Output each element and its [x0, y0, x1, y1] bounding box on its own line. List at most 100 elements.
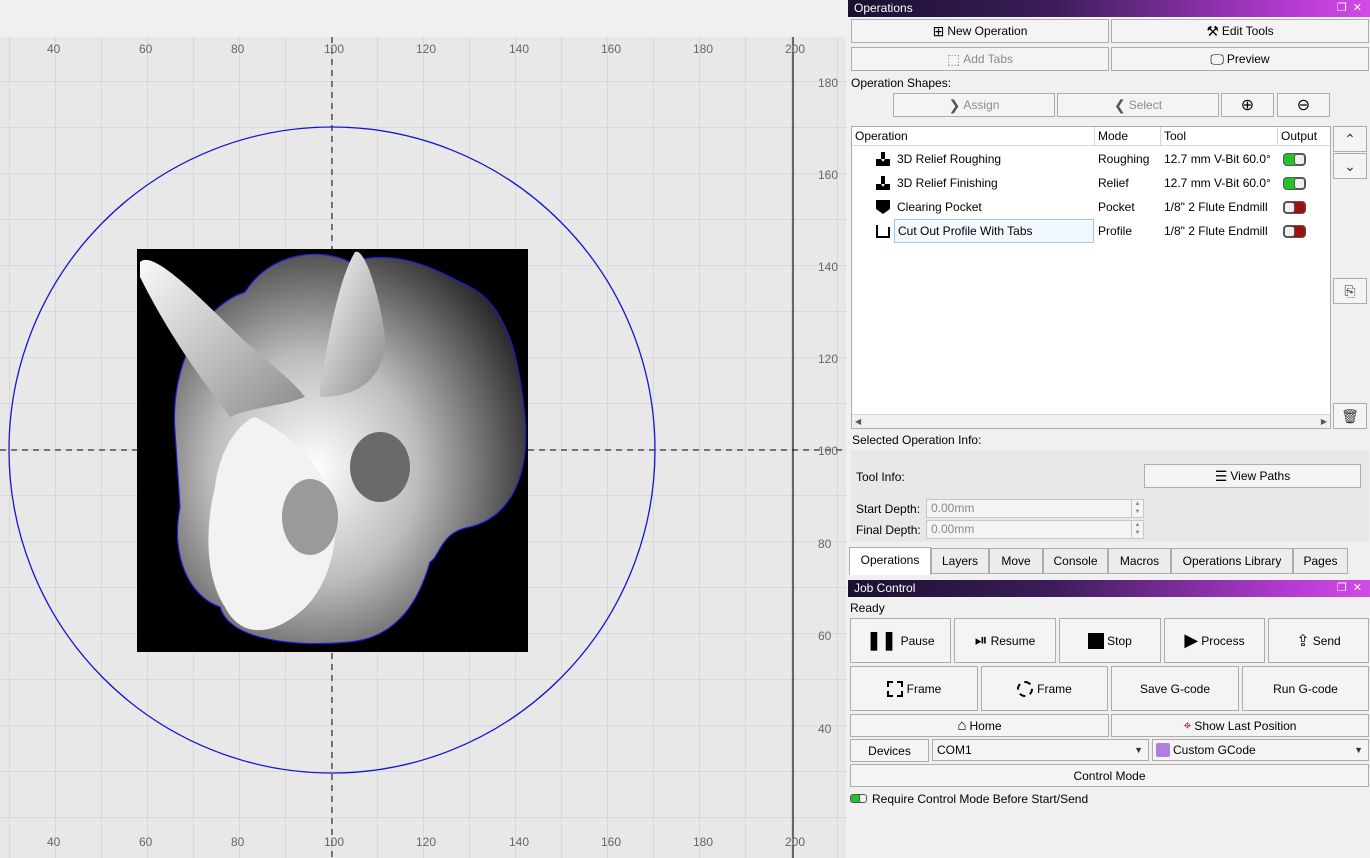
x-tick-label-top: 100: [324, 42, 345, 56]
play-icon: ▶: [1184, 630, 1199, 650]
x-tick-label-bottom: 140: [509, 835, 530, 849]
add-tabs-button[interactable]: ⬚ Add Tabs: [851, 47, 1109, 71]
save-gcode-button[interactable]: Save G-code: [1111, 666, 1239, 711]
operation-name[interactable]: Cut Out Profile With Tabs: [894, 219, 1094, 243]
pause-button[interactable]: ❚❚ Pause: [850, 618, 951, 663]
list-icon: ☰: [1214, 468, 1228, 484]
pocket-icon: [876, 200, 890, 214]
home-button[interactable]: ⌂ Home: [850, 714, 1109, 737]
resume-button[interactable]: ⏯ Resume: [954, 618, 1056, 663]
job-status: Ready: [850, 601, 885, 615]
x-tick-label-top: 60: [139, 42, 153, 56]
stop-button[interactable]: Stop: [1059, 618, 1161, 663]
x-tick-label-top: 40: [47, 42, 61, 56]
dock-title-buttons[interactable]: ❐✕: [1337, 0, 1368, 17]
frame-rect-icon: [886, 680, 903, 697]
delete-operation-button[interactable]: 🗑: [1333, 403, 1367, 429]
x-tick-label-bottom: 160: [601, 835, 622, 849]
device-profile-select[interactable]: Custom GCode ▼: [1152, 739, 1369, 761]
process-button[interactable]: ▶ Process: [1164, 618, 1265, 663]
relief-roughing-icon: [876, 152, 890, 166]
pause-icon: ❚❚: [866, 630, 897, 650]
device-profile-icon: [1156, 743, 1170, 757]
frame-rect-button[interactable]: Frame: [850, 666, 978, 711]
tab-layers[interactable]: Layers: [931, 548, 989, 574]
operation-row[interactable]: Clearing Pocket Pocket 1/8" 2 Flute Endmil…: [852, 195, 1330, 219]
tab-macros[interactable]: Macros: [1108, 548, 1171, 574]
operations-horizontal-scrollbar[interactable]: ◀ ▶: [852, 414, 1330, 428]
header-operation[interactable]: Operation: [852, 127, 1095, 146]
port-select[interactable]: COM1 ▼: [932, 739, 1149, 761]
operations-table[interactable]: Operation Mode Tool Output 3D Relief Rou…: [851, 126, 1331, 429]
frame-circle-button[interactable]: Frame: [981, 666, 1108, 711]
require-control-mode-label: Require Control Mode Before Start/Send: [872, 792, 1089, 806]
operations-title: Operations: [854, 1, 913, 15]
operation-row[interactable]: 3D Relief Finishing Relief 12.7 mm V-Bit 6…: [852, 171, 1330, 195]
spin-arrows-icon[interactable]: ▲ ▼: [1131, 521, 1143, 538]
final-depth-field[interactable]: 0.00mm ▲ ▼: [926, 520, 1144, 539]
y-tick-label: 180: [818, 76, 839, 90]
frame-circle-icon: [1017, 680, 1034, 697]
x-tick-label-top: 180: [693, 42, 714, 56]
edit-tools-button[interactable]: ⚒ Edit Tools: [1111, 19, 1369, 43]
monitor-icon: 🖵: [1210, 51, 1224, 67]
duplicate-operation-button[interactable]: ⎘: [1333, 278, 1367, 304]
require-control-mode-toggle[interactable]: [850, 794, 867, 803]
header-output[interactable]: Output: [1278, 127, 1330, 146]
output-toggle[interactable]: [1283, 225, 1306, 238]
output-toggle[interactable]: [1283, 177, 1306, 190]
tab-console[interactable]: Console: [1043, 548, 1108, 574]
preview-button[interactable]: 🖵 Preview: [1111, 47, 1369, 71]
chevron-down-icon: ▼: [1354, 745, 1363, 755]
x-tick-label-bottom: 200: [785, 835, 806, 849]
operation-row[interactable]: 3D Relief Roughing Roughing 12.7 mm V-Bit …: [852, 147, 1330, 171]
selected-operation-info-label: Selected Operation Info:: [852, 433, 982, 447]
tool-info-label: Tool Info:: [856, 470, 905, 484]
move-up-button[interactable]: ⌃: [1333, 126, 1367, 152]
operation-mode: Pocket: [1098, 200, 1135, 214]
relief-finishing-icon: [876, 176, 890, 190]
chevron-left-icon: ❮: [1113, 97, 1126, 113]
tab-pages[interactable]: Pages: [1293, 548, 1348, 574]
tab-operations[interactable]: Operations: [849, 547, 931, 575]
select-button[interactable]: ❮ Select: [1057, 93, 1219, 117]
chevron-up-icon: ⌃: [1344, 130, 1356, 147]
copy-icon: ⎘: [1344, 282, 1356, 299]
new-operation-button[interactable]: ⊞ New Operation: [851, 19, 1109, 43]
send-button[interactable]: ⇪ Send: [1268, 618, 1369, 663]
devices-button[interactable]: Devices: [850, 739, 929, 762]
operation-name[interactable]: 3D Relief Finishing: [894, 171, 1094, 195]
chevron-right-icon: ❯: [948, 97, 961, 113]
tab-operations-library[interactable]: Operations Library: [1171, 548, 1293, 574]
output-toggle[interactable]: [1283, 153, 1306, 166]
scroll-left-arrow-icon[interactable]: ◀: [855, 415, 861, 428]
operation-name[interactable]: Clearing Pocket: [894, 195, 1094, 219]
show-last-position-button[interactable]: ⌖ Show Last Position: [1111, 714, 1369, 737]
y-tick-label: 140: [818, 260, 839, 274]
view-paths-button[interactable]: ☰ View Paths: [1144, 464, 1361, 488]
spin-arrows-icon[interactable]: ▲ ▼: [1131, 500, 1143, 517]
move-down-button[interactable]: ⌄: [1333, 153, 1367, 179]
header-tool[interactable]: Tool: [1161, 127, 1278, 146]
dock-title-buttons[interactable]: ❐✕: [1337, 580, 1368, 597]
x-tick-label-bottom: 80: [231, 835, 245, 849]
resume-icon: ⏯: [974, 631, 988, 649]
workspace-canvas[interactable]: 40 40 60 60 80 80 100 100 120 120 140 140 160 160 180 1…: [0, 0, 846, 858]
header-mode[interactable]: Mode: [1095, 127, 1161, 146]
run-gcode-button[interactable]: Run G-code: [1242, 666, 1369, 711]
chevron-down-icon: ⌄: [1344, 157, 1356, 174]
start-depth-field[interactable]: 0.00mm ▲ ▼: [926, 499, 1144, 518]
operation-name[interactable]: 3D Relief Roughing: [894, 147, 1094, 171]
tab-move[interactable]: Move: [989, 548, 1043, 574]
operation-row[interactable]: Cut Out Profile With Tabs Profile 1/8" 2 F…: [852, 219, 1330, 243]
home-icon: ⌂: [957, 717, 967, 734]
remove-shape-button[interactable]: ⊖: [1277, 93, 1330, 117]
add-shape-button[interactable]: ⊕: [1221, 93, 1274, 117]
upload-icon: ⇪: [1296, 632, 1310, 650]
control-mode-button[interactable]: Control Mode: [850, 764, 1369, 787]
operation-mode: Relief: [1098, 176, 1129, 190]
assign-button[interactable]: ❯ Assign: [893, 93, 1055, 117]
output-toggle[interactable]: [1283, 201, 1306, 214]
scroll-right-arrow-icon[interactable]: ▶: [1321, 415, 1327, 428]
plus-circle-icon: ⊕: [1240, 97, 1255, 114]
